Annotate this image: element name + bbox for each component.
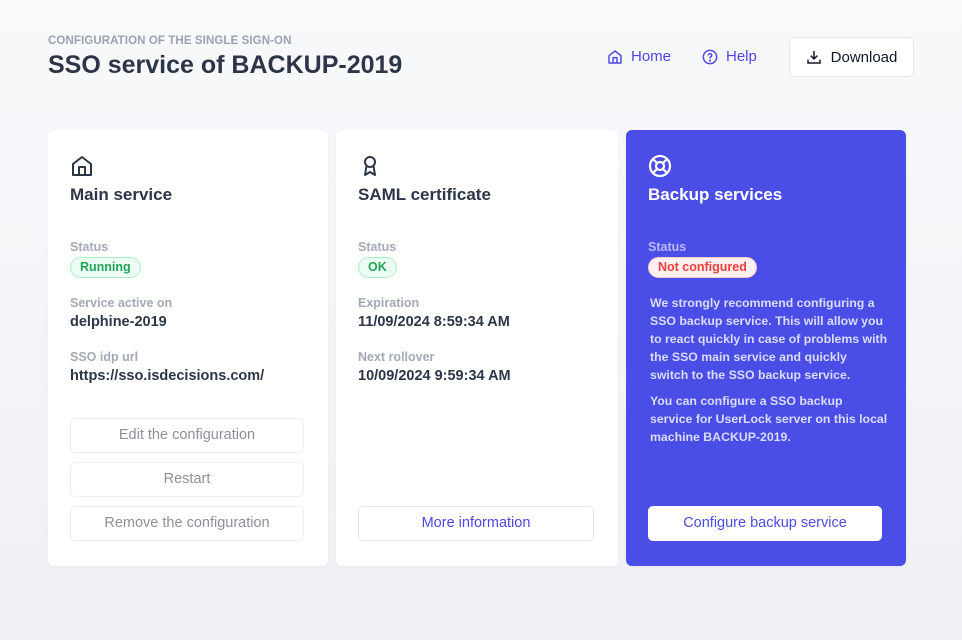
url-value: https://sso.isdecisions.com/ xyxy=(70,368,265,384)
lifebuoy-icon xyxy=(648,154,672,178)
download-button[interactable]: Download xyxy=(789,37,914,77)
card-title: Backup services xyxy=(648,185,783,204)
card-title: SAML certificate xyxy=(358,185,491,204)
card-title: Main service xyxy=(70,185,173,204)
active-label: Service active on xyxy=(70,296,173,310)
help-link[interactable]: Help xyxy=(702,48,757,65)
status-label: Status xyxy=(358,240,397,254)
home-link[interactable]: Home xyxy=(607,48,671,65)
home-icon xyxy=(72,156,92,176)
main-service-card: Main service Status Running Service acti… xyxy=(48,130,328,566)
help-icon xyxy=(702,49,718,64)
active-value: delphine-2019 xyxy=(70,314,167,330)
help-label: Help xyxy=(726,48,757,65)
download-label: Download xyxy=(830,48,898,66)
status-label: Status xyxy=(648,240,687,254)
home-label: Home xyxy=(631,48,672,65)
saml-certificate-card: SAML certificate Status OK Expiration 11… xyxy=(336,130,618,566)
expiration-label: Expiration xyxy=(358,296,420,310)
rollover-label: Next rollover xyxy=(358,350,435,364)
more-information-button[interactable]: More information xyxy=(358,506,594,541)
url-label: SSO idp url xyxy=(70,350,139,364)
status-badge: Not configured xyxy=(648,257,757,278)
status-badge: OK xyxy=(358,257,397,278)
page-title: SSO service of BACKUP-2019 xyxy=(48,51,403,79)
remove-configuration-button[interactable]: Remove the configuration xyxy=(70,506,304,541)
configure-backup-button[interactable]: Configure backup service xyxy=(648,506,882,541)
page-subtitle: CONFIGURATION OF THE SINGLE SIGN-ON xyxy=(48,35,292,47)
expiration-value: 11/09/2024 8:59:34 AM xyxy=(358,314,510,330)
configure-info-text: You can configure a SSO backup service f… xyxy=(650,394,888,444)
status-badge: Running xyxy=(70,257,141,278)
restart-button[interactable]: Restart xyxy=(70,462,304,497)
rollover-value: 10/09/2024 9:59:34 AM xyxy=(358,368,511,384)
certificate-badge-icon xyxy=(364,156,376,176)
backup-services-card: Backup services Status Not configured We… xyxy=(626,130,906,566)
download-icon xyxy=(806,51,821,64)
status-label: Status xyxy=(70,240,109,254)
home-icon xyxy=(608,49,622,64)
recommendation-text: We strongly recommend configuring a SSO … xyxy=(650,296,888,382)
edit-configuration-button[interactable]: Edit the configuration xyxy=(70,418,304,453)
